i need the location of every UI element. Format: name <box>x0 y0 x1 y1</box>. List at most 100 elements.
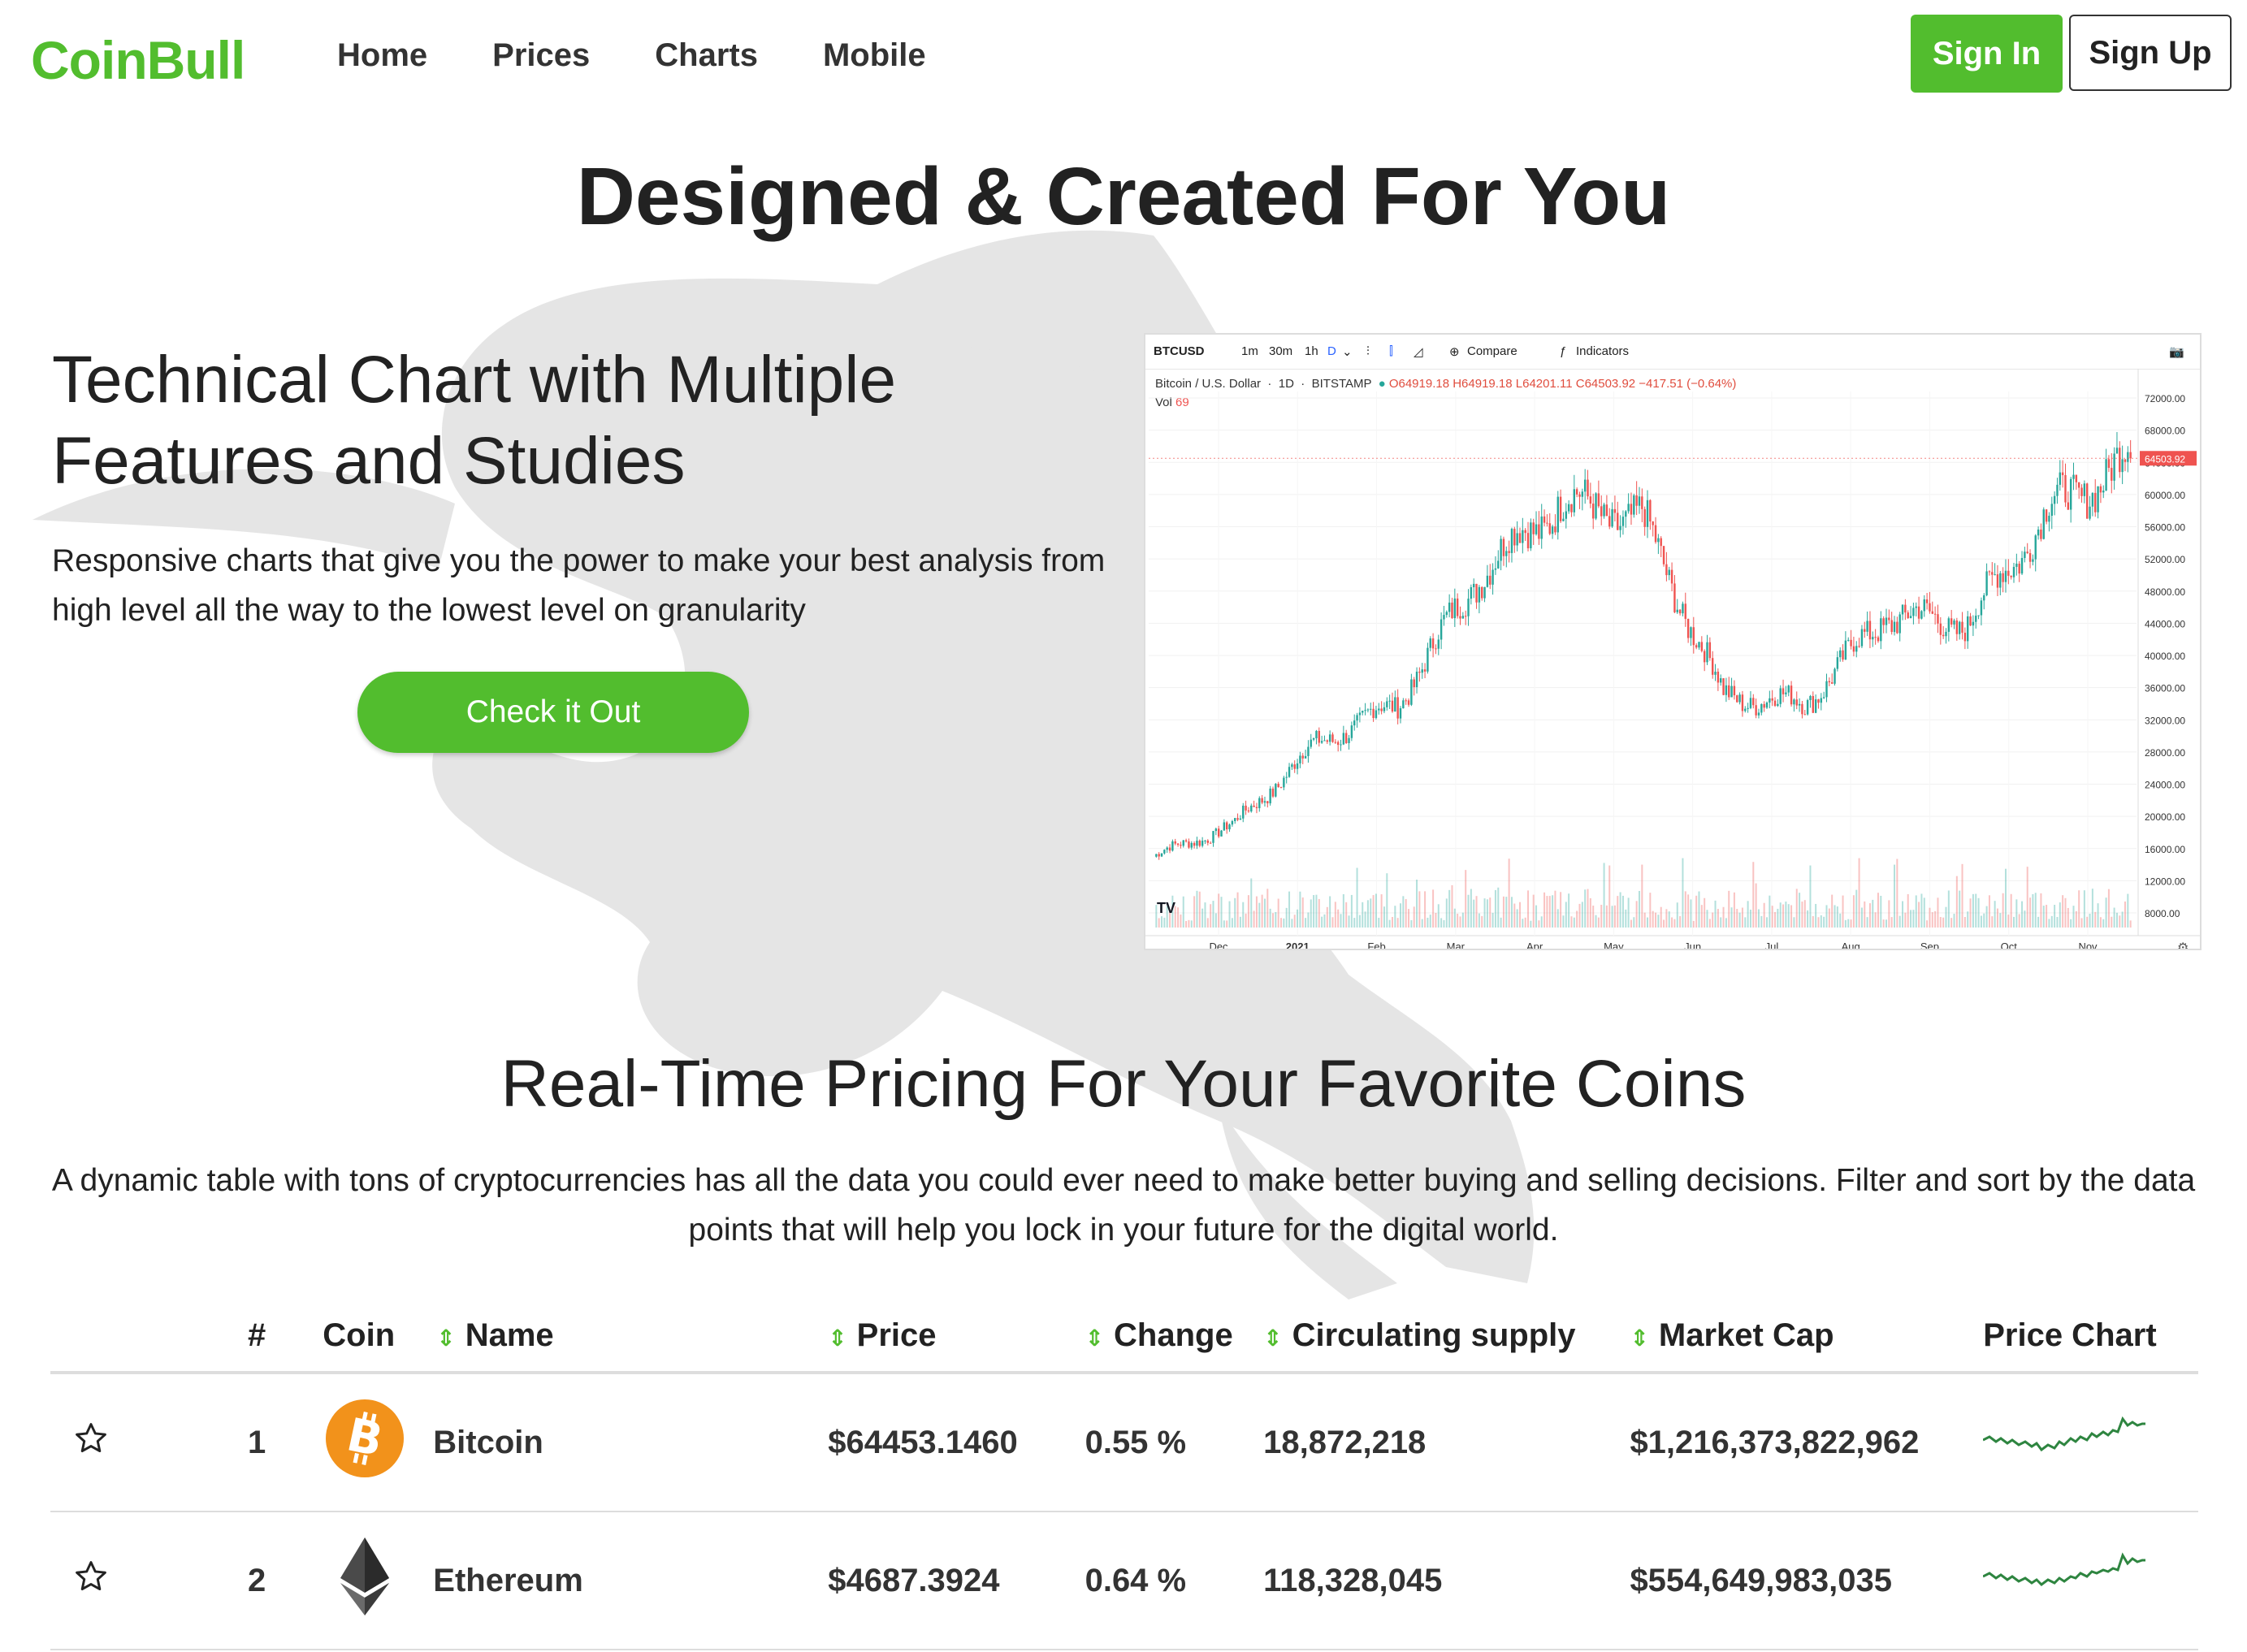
sign-up-button[interactable]: Sign Up <box>2069 15 2232 91</box>
nav-link-home[interactable]: Home <box>337 37 427 74</box>
feature-title: Technical Chart with Multiple Features a… <box>52 343 897 498</box>
volume-bar <box>1687 894 1690 928</box>
candle-body <box>1929 603 1931 612</box>
volume-bar <box>1994 901 1996 928</box>
candle-body <box>1909 616 1912 619</box>
candle-body <box>2099 486 2102 493</box>
brand-logo[interactable]: CoinBull <box>31 29 245 91</box>
header-supply[interactable]: ⇕ Circulating supply <box>1263 1300 1630 1374</box>
candle-body <box>1486 575 1489 587</box>
volume-bar <box>1510 897 1513 928</box>
volume-bar <box>1619 892 1621 928</box>
candle-body <box>2069 478 2072 510</box>
volume-bar <box>1445 898 1448 928</box>
candle-body <box>1478 586 1481 603</box>
volume-bar <box>1408 909 1410 928</box>
candle-body <box>1320 741 1323 743</box>
candle-body <box>1551 526 1554 534</box>
header-price[interactable]: ⇕ Price <box>805 1300 1063 1374</box>
candle-body <box>1999 573 2002 588</box>
row-supply: 118,328,045 <box>1263 1511 1630 1650</box>
star-icon[interactable] <box>73 1421 109 1456</box>
volume-bar <box>1573 917 1575 928</box>
volume-bar <box>1630 919 1632 928</box>
nav-links: Home Prices Charts Mobile <box>337 37 926 74</box>
check-it-out-button[interactable]: Check it Out <box>357 672 749 753</box>
candle-body <box>2053 495 2056 504</box>
row-name[interactable]: Ethereum <box>405 1511 806 1650</box>
favorite-star[interactable] <box>50 1511 146 1650</box>
candle-body <box>1266 801 1269 804</box>
row-sparkline <box>1982 1373 2198 1512</box>
candle-body <box>1621 517 1625 526</box>
favorite-star[interactable] <box>50 1373 146 1512</box>
candle-body <box>1415 671 1418 688</box>
volume-bar <box>1888 900 1890 928</box>
volume-bar <box>1242 902 1245 928</box>
volume-bar <box>1473 899 1475 928</box>
trading-chart-widget[interactable]: BTCUSD 1m 30m 1h D ⌄ ⫶ ⫿ ◿ ⊕ Compare ƒ I… <box>1144 333 2202 950</box>
volume-bar <box>1394 906 1396 928</box>
candle-body <box>1923 599 1925 612</box>
candle-body <box>1977 615 1980 616</box>
volume-bar <box>1931 912 1933 928</box>
row-name[interactable]: Bitcoin <box>405 1373 806 1512</box>
volume-bar <box>2046 905 2048 928</box>
header-name[interactable]: ⇕ Name <box>405 1300 806 1374</box>
nav-link-prices[interactable]: Prices <box>492 37 590 74</box>
price-chart[interactable]: 72000.0068000.0064000.0060000.0056000.00… <box>1145 335 2200 949</box>
volume-bar <box>1898 915 1901 928</box>
candle-body <box>1836 657 1839 669</box>
table-row[interactable]: 1 B Bitcoin $64453.1460 0.55 % 18,872,21… <box>50 1373 2198 1512</box>
candle-body <box>2010 575 2012 577</box>
y-tick-label: 24000.00 <box>2145 780 2185 791</box>
volume-bar <box>1809 865 1812 928</box>
nav-link-charts[interactable]: Charts <box>655 37 758 74</box>
candle-body <box>1912 608 1915 616</box>
candle-body <box>1573 489 1576 512</box>
sign-in-button[interactable]: Sign In <box>1911 15 2063 93</box>
header-change[interactable]: ⇕ Change <box>1062 1300 1264 1374</box>
candle-body <box>1483 586 1486 599</box>
row-rank: 2 <box>145 1511 266 1650</box>
candle-body <box>1522 530 1524 543</box>
header-market-cap[interactable]: ⇕ Market Cap <box>1630 1300 1984 1374</box>
volume-bar <box>1627 897 1630 928</box>
volume-bar <box>1258 902 1261 928</box>
volume-bar <box>1301 897 1304 928</box>
candle-body <box>1470 587 1473 599</box>
nav-link-mobile[interactable]: Mobile <box>823 37 926 74</box>
table-row[interactable]: 2 Ethereum $4687.3924 0.64 % 118,328,045… <box>50 1511 2198 1650</box>
volume-bar <box>1825 905 1828 928</box>
volume-bar <box>1625 909 1627 928</box>
candle-body <box>1662 546 1665 564</box>
sort-icon: ⇕ <box>828 1325 847 1351</box>
volume-bar <box>1231 918 1233 928</box>
volume-bar <box>1182 896 1184 928</box>
candle-body <box>2077 482 2080 488</box>
volume-bar <box>2080 918 2083 928</box>
y-tick-label: 20000.00 <box>2145 811 2185 823</box>
candle-body <box>1340 744 1342 746</box>
volume-bar <box>1329 896 1331 928</box>
candle-body <box>2107 459 2111 469</box>
volume-bar <box>2021 901 2024 928</box>
volume-bar <box>1364 911 1366 928</box>
candle-body <box>1538 524 1540 539</box>
volume-bar <box>1782 904 1785 928</box>
candle-body <box>1500 538 1502 561</box>
volume-bar <box>1877 893 1879 928</box>
candle-body <box>1163 850 1166 854</box>
last-price-label: 64503.92 <box>2145 453 2185 465</box>
y-tick-label: 40000.00 <box>2145 651 2185 662</box>
star-icon[interactable] <box>73 1559 109 1594</box>
sparkline-chart <box>1982 1552 2146 1586</box>
volume-bar <box>1424 891 1427 928</box>
candle-body <box>2111 468 2113 481</box>
volume-bar <box>1489 897 1492 928</box>
candle-body <box>1834 668 1836 684</box>
candle-body <box>1917 606 1920 619</box>
candle-body <box>2028 552 2032 562</box>
candle-body <box>1654 525 1657 543</box>
volume-bar <box>1299 891 1301 928</box>
